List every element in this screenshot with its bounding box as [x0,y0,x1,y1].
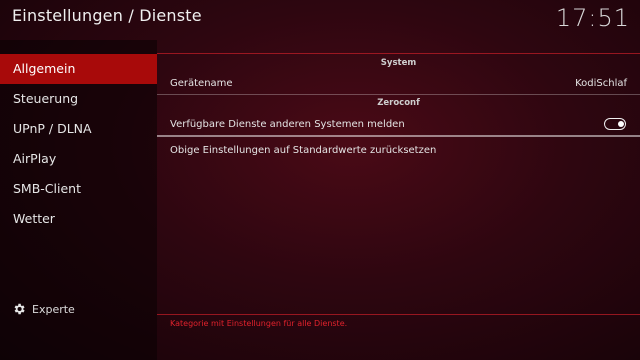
hint-divider [157,314,640,315]
setting-row-reset-defaults[interactable]: Obige Einstellungen auf Standardwerte zu… [157,138,640,162]
sidebar-item-smb-client[interactable]: SMB-Client [0,174,157,204]
settings-level-label: Experte [32,302,75,316]
sidebar-item-steuerung[interactable]: Steuerung [0,84,157,114]
sidebar: Allgemein Steuerung UPnP / DLNA AirPlay … [0,40,157,360]
settings-level-button[interactable]: Experte [12,299,75,319]
toggle-knob [617,120,624,127]
device-name-label: Gerätename [170,77,233,89]
reset-defaults-label: Obige Einstellungen auf Standardwerte zu… [170,144,437,156]
sidebar-item-wetter[interactable]: Wetter [0,204,157,234]
gear-icon [14,303,25,315]
section-header-zeroconf: Zeroconf [377,98,420,108]
clock: 17:51 [555,4,630,32]
top-divider [157,53,640,54]
settings-panel: System Gerätename KodiSchlaf Zeroconf Ve… [157,40,640,360]
reset-divider [157,135,640,137]
device-name-value: KodiSchlaf [575,77,627,89]
category-hint: Kategorie mit Einstellungen für alle Die… [170,319,348,328]
sidebar-item-upnp-dlna[interactable]: UPnP / DLNA [0,114,157,144]
section-divider [157,94,640,95]
sidebar-item-allgemein[interactable]: Allgemein [0,54,157,84]
announce-services-toggle[interactable] [604,118,626,130]
page-title: Einstellungen / Dienste [12,6,202,25]
setting-row-announce-services[interactable]: Verfügbare Dienste anderen Systemen meld… [157,112,640,136]
setting-row-device-name[interactable]: Gerätename KodiSchlaf [157,71,640,95]
section-header-system: System [380,58,417,68]
announce-services-label: Verfügbare Dienste anderen Systemen meld… [170,118,405,130]
sidebar-item-airplay[interactable]: AirPlay [0,144,157,174]
header-bar: Einstellungen / Dienste 17:51 [0,0,640,40]
